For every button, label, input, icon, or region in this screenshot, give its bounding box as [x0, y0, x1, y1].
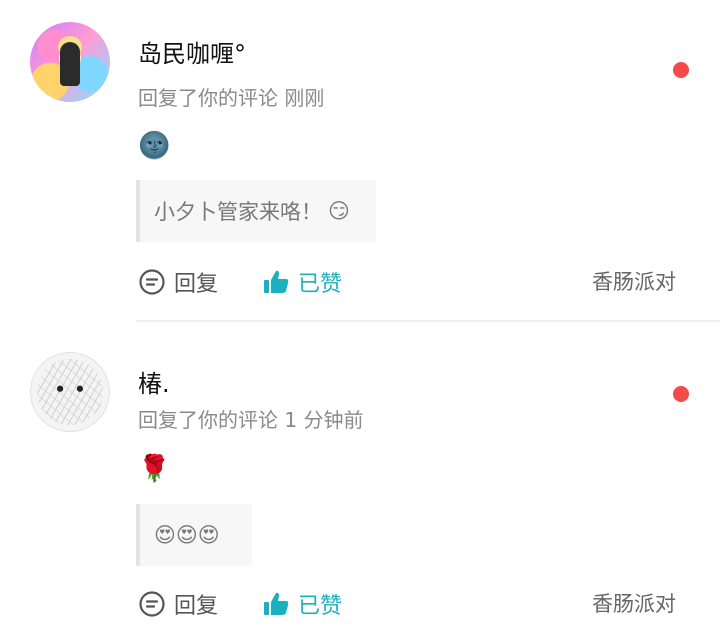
reply-content: 🌹 [138, 454, 171, 484]
avatar-sketch [37, 359, 103, 425]
notification-item[interactable]: 椿. 回复了你的评论 1 分钟前 🌹 😍😍😍 回复 已赞 香肠派对 [0, 322, 720, 638]
avatar[interactable] [30, 22, 110, 102]
timestamp: 刚刚 [284, 86, 325, 110]
comment-icon [139, 269, 165, 295]
notification-meta: 回复了你的评论 1 分钟前 [138, 404, 363, 433]
quoted-comment[interactable]: 小夕卜管家来咯！ 😏 [136, 180, 376, 242]
quoted-emoji: 😍😍😍 [154, 523, 220, 547]
unread-dot [673, 62, 689, 78]
comment-icon [139, 591, 165, 617]
liked-label: 已赞 [298, 594, 343, 619]
source-game[interactable]: 香肠派对 [592, 588, 676, 618]
action-text: 回复了你的评论 [138, 408, 278, 432]
thumbs-up-icon [264, 592, 289, 615]
reply-label: 回复 [174, 594, 219, 619]
notification-item[interactable]: 岛民咖喱° 回复了你的评论 刚刚 🌚 小夕卜管家来咯！ 😏 回复 已赞 香肠派对 [0, 0, 720, 320]
source-game[interactable]: 香肠派对 [592, 266, 676, 296]
quoted-text: 小夕卜管家来咯！ [154, 200, 322, 224]
action-text: 回复了你的评论 [138, 86, 278, 110]
username[interactable]: 岛民咖喱° [138, 34, 246, 69]
unread-dot [673, 386, 689, 402]
liked-button[interactable]: 已赞 [262, 266, 342, 298]
liked-label: 已赞 [298, 272, 343, 297]
liked-button[interactable]: 已赞 [262, 588, 342, 620]
notification-meta: 回复了你的评论 刚刚 [138, 82, 324, 111]
reply-button[interactable]: 回复 [138, 588, 218, 620]
avatar[interactable] [30, 352, 110, 432]
avatar-figure-body [60, 42, 80, 86]
reply-label: 回复 [174, 272, 219, 297]
reply-content: 🌚 [138, 131, 171, 161]
username[interactable]: 椿. [138, 364, 170, 399]
quoted-comment[interactable]: 😍😍😍 [136, 504, 252, 566]
reply-button[interactable]: 回复 [138, 266, 218, 298]
timestamp: 1 分钟前 [284, 408, 364, 432]
quoted-emoji: 😏 [328, 199, 350, 223]
thumbs-up-icon [264, 270, 289, 293]
